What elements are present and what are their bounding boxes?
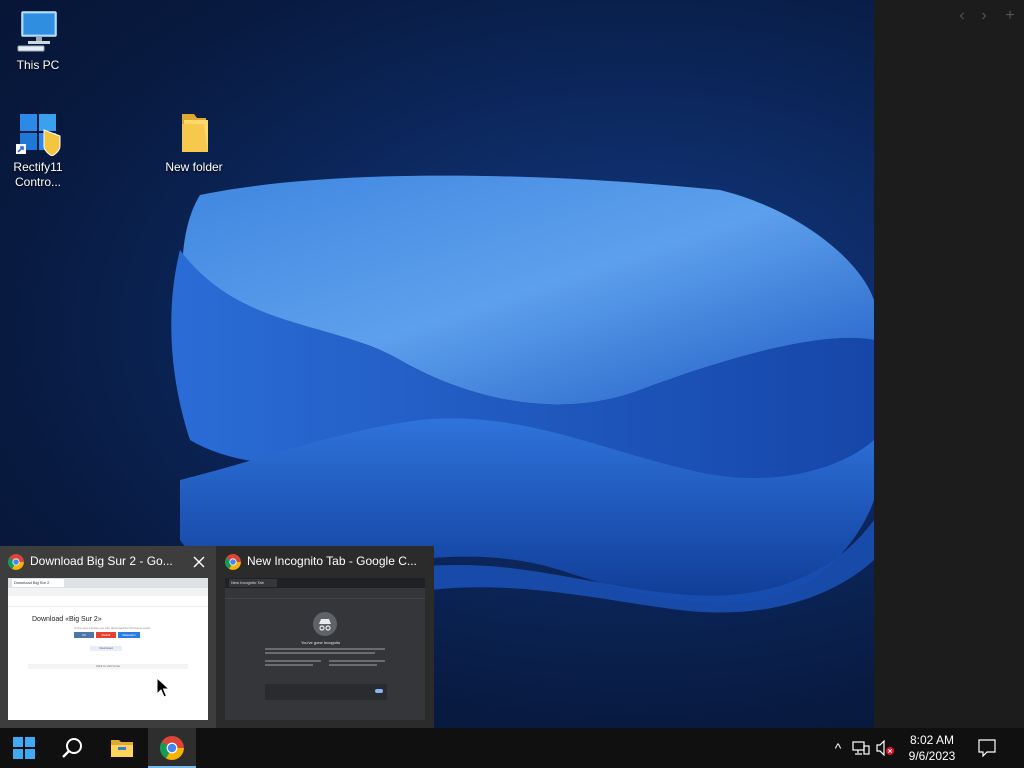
mini-text-line	[265, 664, 313, 666]
desktop-icon-new-folder[interactable]: New folder	[156, 110, 232, 175]
side-panel: ‹ › +	[874, 0, 1024, 728]
window-thumbnail-incognito[interactable]: New Incognito Tab - Google C... New Inco…	[217, 546, 433, 728]
volume-muted-icon	[876, 740, 894, 756]
window-thumbnail-big-sur[interactable]: Download Big Sur 2 - Go... Download Big …	[0, 546, 216, 728]
mouse-cursor-icon	[156, 677, 170, 698]
folder-icon	[182, 114, 208, 152]
clock[interactable]: 8:02 AM 9/6/2023	[898, 728, 966, 768]
tray-overflow-chevron[interactable]: ^	[828, 728, 848, 768]
thumbnail-close-button[interactable]	[190, 553, 208, 571]
taskbar: ^ 8:02 AM 9/6/2023	[0, 728, 1024, 768]
thumbnail-title: New Incognito Tab - Google C...	[247, 554, 417, 568]
notifications-button[interactable]	[974, 728, 1000, 768]
mini-heading: Download «Big Sur 2»	[32, 616, 102, 623]
mini-toggle	[375, 689, 383, 693]
mini-tab: New Incognito Tab	[229, 579, 277, 587]
computer-icon	[17, 11, 57, 52]
mini-text-line	[265, 652, 375, 654]
windows-logo-icon	[13, 737, 35, 759]
panel-add-button[interactable]: +	[1000, 6, 1020, 26]
thumbnail-title: Download Big Sur 2 - Go...	[30, 554, 173, 568]
mini-button: Reddit	[96, 632, 116, 638]
panel-forward-button[interactable]: ›	[974, 6, 994, 26]
folder-icon	[111, 740, 133, 757]
incognito-icon	[313, 612, 337, 636]
network-tray-button[interactable]	[850, 728, 872, 768]
control-panel-icon	[16, 114, 61, 156]
chrome-icon	[8, 554, 24, 570]
mini-text-line	[329, 664, 377, 666]
thumbnail-preview: New Incognito Tab You've gone Incognito	[225, 578, 425, 720]
mini-cookie-box	[265, 684, 387, 700]
mini-site-header	[8, 596, 208, 607]
mini-button: VK	[74, 632, 94, 638]
clock-date: 9/6/2023	[908, 749, 956, 763]
mini-text-line	[265, 648, 385, 650]
search-icon	[62, 738, 82, 758]
volume-tray-button[interactable]	[874, 728, 896, 768]
panel-back-button[interactable]: ‹	[952, 6, 972, 26]
mini-footer: Click to visit home	[28, 664, 188, 669]
chrome-icon	[160, 736, 184, 760]
mini-text-line	[329, 660, 385, 662]
mini-toolbar	[225, 588, 425, 599]
mini-button: Mastodon	[118, 632, 140, 638]
file-explorer-button[interactable]	[98, 728, 146, 768]
mini-text-line	[265, 660, 321, 662]
desktop-icon-label: Rectify11 Contro...	[13, 160, 63, 189]
start-button[interactable]	[0, 728, 48, 768]
clock-time: 8:02 AM	[909, 733, 955, 747]
mini-tab: Download Big Sur 2	[12, 579, 64, 587]
thumbnail-preview: Download Big Sur 2 Download «Big Sur 2» …	[8, 578, 208, 720]
taskbar-thumbnail-popup: Download Big Sur 2 - Go... Download Big …	[0, 546, 434, 728]
close-icon	[193, 556, 205, 568]
desktop-icon-this-pc[interactable]: This PC	[0, 10, 76, 73]
mini-toolbar	[8, 588, 208, 596]
mini-heading: You've gone Incognito	[301, 640, 341, 645]
network-icon	[852, 741, 870, 755]
mini-download: Download	[90, 646, 122, 651]
chrome-icon	[225, 554, 241, 570]
desktop-icon-rectify11[interactable]: Rectify11 Contro...	[0, 110, 76, 190]
chrome-taskbar-button[interactable]	[148, 728, 196, 768]
notification-icon	[978, 739, 996, 757]
desktop-icon-label: This PC	[16, 58, 60, 72]
desktop-icon-label: New folder	[165, 160, 223, 174]
search-button[interactable]	[48, 728, 96, 768]
mini-sub: In the new window you can download the f…	[74, 626, 151, 630]
